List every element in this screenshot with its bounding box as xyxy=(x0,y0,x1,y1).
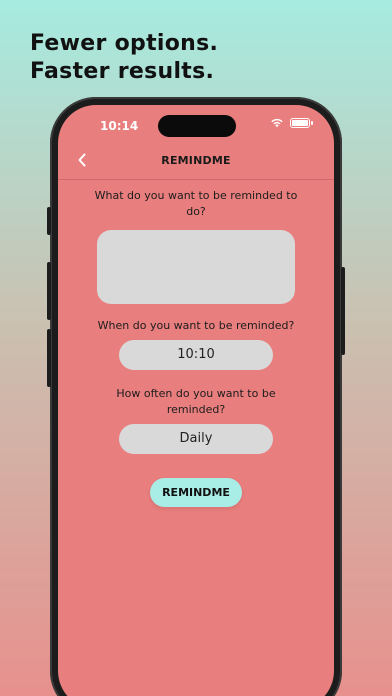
question-what-label: What do you want to be reminded to do? xyxy=(94,189,298,218)
silent-switch xyxy=(47,207,51,235)
frequency-picker[interactable]: Daily xyxy=(119,424,273,454)
reminder-form: What do you want to be reminded to do? W… xyxy=(58,188,334,507)
time-picker[interactable]: 10:10 xyxy=(119,340,273,370)
battery-icon xyxy=(290,118,313,128)
status-time: 10:14 xyxy=(100,119,139,133)
reminder-text-input[interactable] xyxy=(97,230,295,304)
headline-line-2: Faster results. xyxy=(30,59,215,84)
nav-bar: REMINDME xyxy=(58,149,334,180)
app-screen: 10:14 REMINDME What do you want to be re… xyxy=(58,105,334,696)
status-icons xyxy=(270,118,313,128)
phone-frame: 10:14 REMINDME What do you want to be re… xyxy=(47,97,345,696)
page-title: REMINDME xyxy=(161,154,231,167)
power-button xyxy=(341,267,345,355)
headline-line-1: Fewer options. xyxy=(30,31,219,56)
dynamic-island xyxy=(158,115,236,137)
remindme-button[interactable]: REMINDME xyxy=(150,478,242,507)
volume-down-button xyxy=(47,329,51,387)
wifi-icon xyxy=(270,118,284,128)
question-when-label: When do you want to be reminded? xyxy=(97,319,295,332)
volume-up-button xyxy=(47,262,51,320)
marketing-headline: Fewer options. Faster results. xyxy=(30,30,218,86)
status-bar: 10:14 xyxy=(58,105,334,149)
question-frequency-label: How often do you want to be reminded? xyxy=(116,387,276,416)
